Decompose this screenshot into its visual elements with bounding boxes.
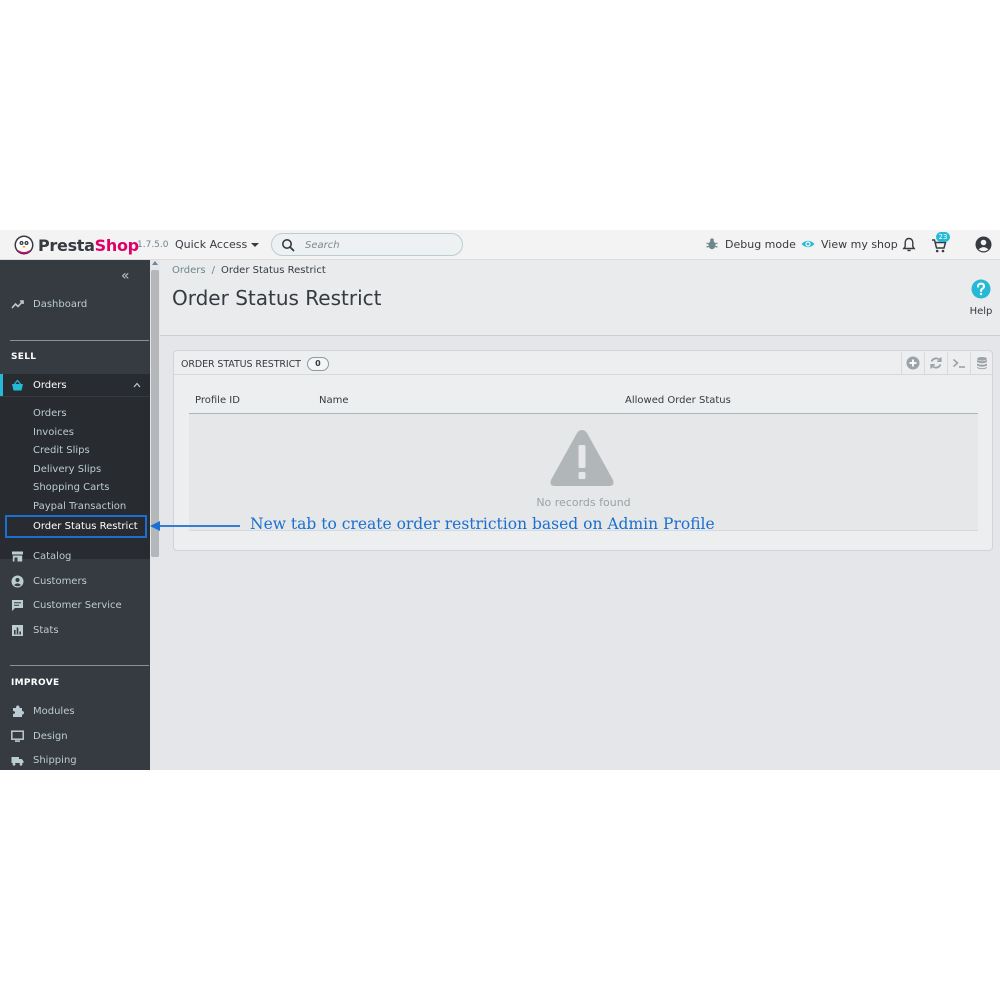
section-title-sell: SELL bbox=[11, 352, 37, 362]
debug-mode-link[interactable]: Debug mode bbox=[705, 237, 796, 251]
version-label: 1.7.5.0 bbox=[137, 240, 169, 250]
sidebar-label-shipping: Shipping bbox=[33, 754, 77, 766]
brand-name: PrestaShop bbox=[38, 236, 139, 255]
sidebar-item-dashboard[interactable]: Dashboard bbox=[0, 293, 150, 315]
sidebar-scrollbar[interactable] bbox=[150, 260, 160, 770]
add-icon bbox=[906, 356, 919, 370]
sidebar-item-catalog[interactable]: Catalog bbox=[0, 545, 150, 567]
column-header-allowed-order-status[interactable]: Allowed Order Status bbox=[625, 395, 731, 406]
sidebar-item-shipping[interactable]: Shipping bbox=[0, 749, 150, 770]
sidebar-label-stats: Stats bbox=[33, 624, 59, 636]
submenu-item-credit-slips[interactable]: Credit Slips bbox=[33, 445, 90, 456]
collapse-icon[interactable]: « bbox=[121, 268, 130, 284]
trending-icon bbox=[11, 299, 24, 309]
top-header: PrestaShop 1.7.5.0 Quick Access Debug mo bbox=[0, 230, 1000, 260]
warning-icon bbox=[550, 430, 614, 486]
eye-icon bbox=[801, 240, 815, 248]
help-icon bbox=[971, 279, 991, 299]
sidebar-label-orders: Orders bbox=[33, 379, 67, 391]
sidebar-item-orders[interactable]: Orders bbox=[0, 374, 150, 396]
quick-access-label: Quick Access bbox=[175, 238, 248, 251]
scrollbar-thumb[interactable] bbox=[151, 270, 159, 557]
brand-presta: Presta bbox=[38, 235, 95, 255]
breadcrumb-separator: / bbox=[211, 265, 216, 276]
sidebar-label-customer-service: Customer Service bbox=[33, 599, 122, 611]
page-header: Orders / Order Status Restrict Order Statu… bbox=[160, 260, 1000, 336]
help-label: Help bbox=[969, 306, 993, 317]
refresh-icon bbox=[929, 357, 942, 369]
empty-message: No records found bbox=[536, 496, 631, 509]
breadcrumb: Orders / Order Status Restrict bbox=[172, 265, 326, 276]
sidebar-item-customers[interactable]: Customers bbox=[0, 570, 150, 592]
column-header-name[interactable]: Name bbox=[319, 395, 349, 406]
panel-title-text: ORDER STATUS RESTRICT bbox=[181, 358, 301, 370]
sidebar-label-customers: Customers bbox=[33, 575, 87, 587]
caret-down-icon bbox=[251, 242, 260, 247]
monitor-icon bbox=[11, 729, 24, 742]
search-box[interactable] bbox=[271, 233, 463, 256]
search-icon bbox=[282, 239, 295, 252]
debug-mode-label: Debug mode bbox=[725, 237, 796, 251]
terminal-icon bbox=[952, 358, 965, 368]
basket-icon bbox=[12, 379, 23, 390]
export-database-button[interactable] bbox=[970, 352, 992, 374]
sidebar-item-stats[interactable]: Stats bbox=[0, 619, 150, 641]
sidebar-label-dashboard: Dashboard bbox=[33, 298, 88, 310]
chat-icon bbox=[12, 599, 23, 611]
sidebar-item-design[interactable]: Design bbox=[0, 725, 150, 747]
sidebar-item-customer-service[interactable]: Customer Service bbox=[0, 594, 150, 616]
submenu-item-orders[interactable]: Orders bbox=[33, 408, 67, 419]
sql-query-button[interactable] bbox=[947, 352, 969, 374]
person-icon bbox=[11, 575, 24, 587]
sidebar-item-modules[interactable]: Modules bbox=[0, 700, 150, 722]
admin-window: PrestaShop 1.7.5.0 Quick Access Debug mo bbox=[0, 230, 1000, 770]
puzzle-icon bbox=[13, 705, 24, 717]
arrow-left-icon bbox=[150, 521, 240, 531]
truck-icon bbox=[11, 756, 24, 766]
sidebar-label-design: Design bbox=[33, 730, 68, 742]
sidebar-label-modules: Modules bbox=[33, 705, 75, 717]
breadcrumb-current: Order Status Restrict bbox=[221, 265, 326, 276]
empty-state: No records found bbox=[189, 414, 978, 531]
submenu-item-order-status-restrict[interactable]: Order Status Restrict bbox=[5, 515, 147, 538]
store-icon bbox=[12, 551, 23, 561]
section-divider bbox=[10, 665, 149, 666]
submenu-item-paypal-transaction[interactable]: Paypal Transaction bbox=[33, 501, 126, 512]
prestashop-logo[interactable]: PrestaShop bbox=[14, 234, 139, 256]
page-title: Order Status Restrict bbox=[172, 286, 382, 310]
brand-shop: Shop bbox=[94, 235, 139, 255]
add-new-button[interactable] bbox=[901, 352, 923, 374]
panel-header: ORDER STATUS RESTRICT 0 bbox=[174, 351, 992, 375]
refresh-button[interactable] bbox=[924, 352, 946, 374]
quick-access-dropdown[interactable]: Quick Access bbox=[175, 238, 260, 251]
search-input[interactable] bbox=[305, 237, 455, 253]
panel-count-badge: 0 bbox=[306, 357, 329, 371]
prestashop-logo-icon bbox=[14, 235, 34, 255]
scroll-up-icon[interactable] bbox=[152, 261, 158, 265]
stats-icon bbox=[12, 624, 23, 636]
column-header-profile-id[interactable]: Profile ID bbox=[195, 395, 240, 406]
sidebar: « Dashboard SELL Orders Orders Invoices … bbox=[0, 260, 150, 770]
view-shop-link[interactable]: View my shop bbox=[801, 237, 898, 251]
panel-title: ORDER STATUS RESTRICT 0 bbox=[181, 357, 329, 371]
bell-icon[interactable] bbox=[902, 237, 916, 252]
cart-count-badge: 23 bbox=[936, 232, 950, 242]
chevron-up-icon bbox=[133, 382, 141, 388]
help-button[interactable]: Help bbox=[966, 279, 996, 317]
submenu-item-invoices[interactable]: Invoices bbox=[33, 427, 74, 438]
bug-icon bbox=[706, 238, 718, 250]
sidebar-label-catalog: Catalog bbox=[33, 550, 72, 562]
section-title-improve: IMPROVE bbox=[11, 678, 60, 688]
submenu-item-delivery-slips[interactable]: Delivery Slips bbox=[33, 464, 101, 475]
view-shop-label: View my shop bbox=[821, 237, 898, 251]
breadcrumb-orders[interactable]: Orders bbox=[172, 265, 206, 276]
account-icon[interactable] bbox=[975, 236, 992, 253]
table-header: Profile ID Name Allowed Order Status bbox=[189, 392, 978, 414]
database-icon bbox=[976, 357, 987, 370]
section-divider bbox=[10, 340, 149, 341]
submenu-item-shopping-carts[interactable]: Shopping Carts bbox=[33, 482, 110, 493]
annotation-text: New tab to create order restriction base… bbox=[250, 515, 715, 533]
submenu-label-order-status-restrict: Order Status Restrict bbox=[33, 521, 138, 532]
